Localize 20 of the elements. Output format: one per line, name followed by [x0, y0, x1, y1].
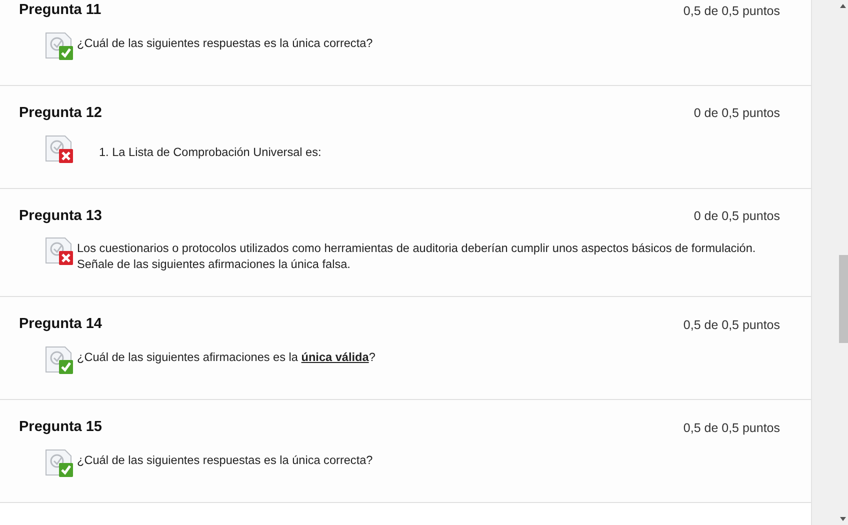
question-title: Pregunta 12 — [19, 104, 102, 123]
question-text: ¿Cuál de las siguientes afirmaciones es la única válida? — [77, 349, 376, 365]
graded-correct-icon — [45, 448, 74, 478]
question-score: 0,5 de 0,5 puntos — [683, 316, 780, 334]
question-title: Pregunta 14 — [19, 315, 102, 334]
question-title: Pregunta 13 — [19, 206, 102, 226]
question-score: 0 de 0,5 puntos — [694, 208, 780, 225]
question-title: Pregunta 15 — [19, 418, 102, 437]
question-score: 0 de 0,5 puntos — [694, 105, 780, 122]
question-text: ¿Cuál de las siguientes respuestas es la única correcta? — [77, 452, 373, 468]
graded-correct-icon — [45, 32, 74, 61]
graded-incorrect-icon — [45, 134, 74, 164]
graded-correct-icon — [45, 346, 74, 375]
question-text: 1. La Lista de Comprobación Universal es: — [98, 144, 322, 160]
graded-incorrect-icon — [45, 237, 74, 266]
question-text: Los cuestionarios o protocolos utilizados como herramientas de auditoria deberían cumplir unos aspectos básicos de formulación. Señale de las siguientes afirmaciones la única falsa. — [77, 240, 757, 272]
question-score: 0,5 de 0,5 puntos — [683, 420, 780, 437]
question-score: 0,5 de 0,5 puntos — [683, 2, 780, 20]
question-title: Pregunta 11 — [19, 1, 102, 20]
question-text: ¿Cuál de las siguientes respuestas es la única correcta? — [77, 34, 373, 51]
